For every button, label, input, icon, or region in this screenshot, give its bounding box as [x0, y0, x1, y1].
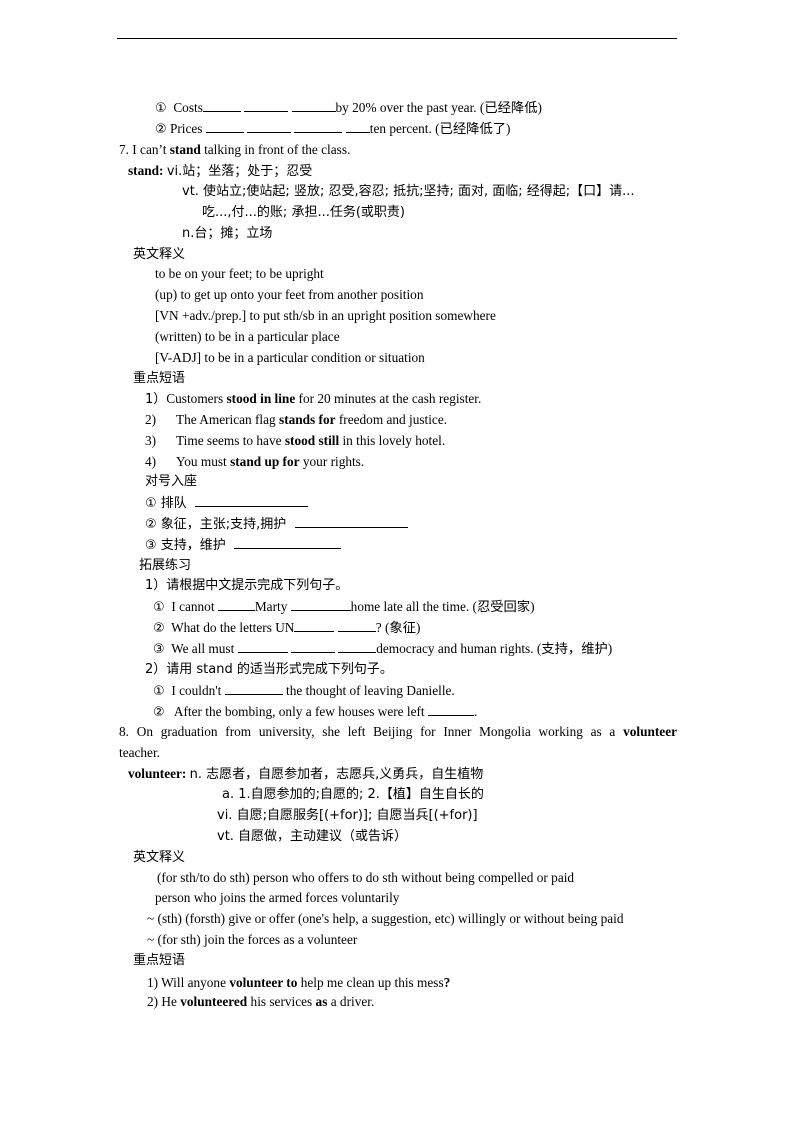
en-def: [V-ADJ] to be in a particular condition …: [155, 350, 425, 365]
en-def: person who joins the armed forces volunt…: [155, 890, 400, 905]
volunteer-vi: vi. 自愿;自愿服务[(+for)]; 自愿当兵[(+for)]: [217, 808, 478, 823]
answer-blank[interactable]: [427, 703, 474, 716]
answer-blank[interactable]: [247, 120, 292, 133]
answer-blank[interactable]: [195, 494, 309, 507]
answer-blank[interactable]: [294, 120, 343, 133]
stand-n: n.台；摊；立场: [182, 226, 273, 241]
phrase-example: 1) Will anyone volunteer to help me clea…: [147, 975, 451, 990]
answer-blank[interactable]: [290, 598, 351, 611]
stand-vt-line1: vt. 使站立;使站起; 竖放; 忍受,容忍; 抵抗;坚持; 面对, 面临; 经…: [182, 184, 635, 199]
exercise-6-1: ① Costs by 20% over the past year. (已经降低…: [155, 99, 542, 116]
section-heading-match: 对号入座: [145, 474, 198, 489]
answer-blank[interactable]: [224, 682, 283, 695]
practice-1-title: 1）请根据中文提示完成下列句子。: [145, 578, 349, 593]
item-8-sentence: 8. On graduation from university, she le…: [119, 724, 677, 739]
phrase-example: 4) You must stand up for your rights.: [145, 454, 365, 469]
phrase-example: 2) The American flag stands for freedom a…: [145, 412, 448, 427]
section-heading-en-def: 英文释义: [133, 247, 186, 262]
exercise-6-2: ② Prices ten percent. (已经降低了): [155, 120, 511, 137]
answer-blank[interactable]: [234, 536, 342, 549]
en-def: ~ (for sth) join the forces as a volunte…: [147, 932, 358, 947]
header-rule: [117, 38, 677, 39]
answer-blank[interactable]: [202, 99, 241, 112]
practice-1-item: ② What do the letters UN ? (象征): [153, 619, 421, 636]
answer-blank[interactable]: [237, 640, 288, 653]
en-def: (for sth/to do sth) person who offers to…: [157, 870, 575, 885]
phrase-example: 3) Time seems to have stood still in this…: [145, 433, 446, 448]
item-8-sentence-cont: teacher.: [119, 745, 160, 760]
answer-blank[interactable]: [338, 640, 377, 653]
answer-blank[interactable]: [294, 619, 335, 632]
match-item: ② 象征，主张;支持,拥护: [145, 515, 408, 533]
practice-2-item: ① I couldn't the thought of leaving Dani…: [153, 682, 455, 699]
answer-blank[interactable]: [205, 120, 244, 133]
answer-blank[interactable]: [217, 598, 255, 611]
volunteer-vt: vt. 自愿做，主动建议（或告诉）: [217, 829, 408, 844]
en-def: (written) to be in a particular place: [155, 329, 340, 344]
practice-1-item: ① I cannot Marty home late all the time.…: [153, 598, 535, 615]
practice-2-title: 2）请用 stand 的适当形式完成下列句子。: [145, 662, 393, 677]
volunteer-a: a. 1.自愿参加的;自愿的; 2.【植】自生自长的: [222, 787, 484, 802]
answer-blank[interactable]: [244, 99, 289, 112]
section-heading-phrases: 重点短语: [133, 953, 186, 968]
section-heading-en-def: 英文释义: [133, 850, 186, 865]
section-heading-phrases: 重点短语: [133, 371, 186, 386]
phrase-example: 1）Customers stood in line for 20 minutes…: [145, 391, 482, 407]
item-7-sentence: 7. I can’t stand talking in front of the…: [119, 142, 351, 157]
answer-blank[interactable]: [294, 515, 408, 528]
practice-2-item: ② After the bombing, only a few houses w…: [153, 703, 478, 720]
phrase-example: 2) He volunteered his services as a driv…: [147, 994, 375, 1009]
section-heading-practice: 拓展练习: [139, 558, 192, 573]
volunteer-headword-n: volunteer: n. 志愿者，自愿参加者，志愿兵,义勇兵，自生植物: [128, 766, 484, 782]
stand-vt-line2: 吃...,付...的账; 承担...任务(或职责): [202, 205, 405, 220]
match-item: ③ 支持，维护: [145, 536, 342, 554]
answer-blank[interactable]: [337, 619, 376, 632]
practice-1-item: ③ We all must democracy and human rights…: [153, 640, 613, 657]
en-def: [VN +adv./prep.] to put sth/sb in an upr…: [155, 308, 496, 323]
en-def: (up) to get up onto your feet from anoth…: [155, 287, 424, 302]
answer-blank[interactable]: [345, 120, 370, 133]
answer-blank[interactable]: [290, 640, 335, 653]
stand-headword-vi: stand: vi.站；坐落；处于；忍受: [128, 163, 313, 179]
en-def: to be on your feet; to be upright: [155, 266, 324, 281]
answer-blank[interactable]: [291, 99, 336, 112]
en-def: ~ (sth) (forsth) give or offer (one's he…: [147, 911, 624, 926]
match-item: ① 排队: [145, 494, 309, 512]
